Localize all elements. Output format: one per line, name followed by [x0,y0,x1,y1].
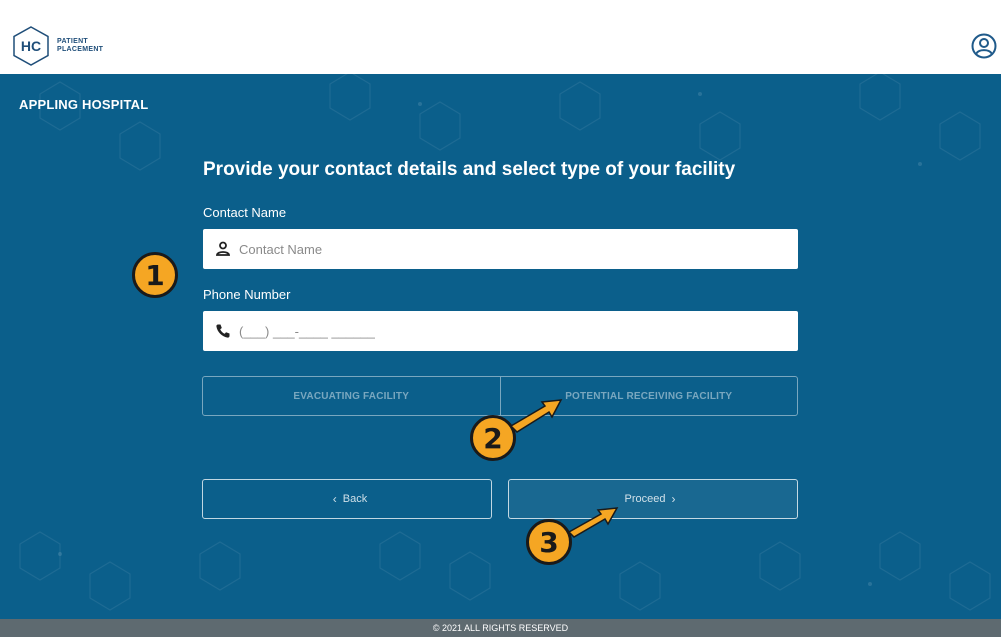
copyright-text: © 2021 ALL RIGHTS RESERVED [432,623,569,633]
back-button-label: Back [342,493,368,505]
logo-line-1: PATIENT [57,38,89,45]
logo-text: PATIENT PLACEMENT [57,38,103,54]
chevron-left-icon: ‹ [332,492,337,506]
chevron-right-icon: › [671,492,676,506]
facility-type-selector: EVACUATING FACILITY POTENTIAL RECEIVING … [202,376,798,416]
back-button[interactable]: ‹ Back [202,479,492,519]
hospital-name: APPLING HOSPITAL [19,97,149,112]
main-panel: APPLING HOSPITAL Provide your contact de… [0,74,1001,619]
page-heading: Provide your contact details and select … [203,159,736,180]
phone-number-label: Phone Number [203,287,291,302]
user-icon [215,241,231,256]
step-badge-1: 1 [132,252,178,298]
user-circle-icon[interactable] [971,33,997,59]
logo-initials: HC [21,38,41,54]
annotation-arrow-3 [567,507,619,538]
phone-number-input[interactable] [239,323,779,339]
evacuating-facility-option[interactable]: EVACUATING FACILITY [203,377,500,415]
logo-hexagon-icon: HC [13,26,49,66]
proceed-button-label: Proceed [624,493,666,505]
top-bar: HC PATIENT PLACEMENT [0,0,1001,74]
logo-line-2: PLACEMENT [57,46,104,53]
contact-name-field[interactable] [203,229,798,269]
proceed-button[interactable]: Proceed › [508,479,798,519]
contact-name-label: Contact Name [203,205,287,220]
phone-icon [216,324,230,338]
logo[interactable]: HC PATIENT PLACEMENT [11,25,103,67]
contact-name-input[interactable] [239,241,779,257]
phone-number-field[interactable] [203,311,798,351]
annotation-arrow-2 [509,399,563,433]
footer: © 2021 ALL RIGHTS RESERVED [0,619,1001,637]
